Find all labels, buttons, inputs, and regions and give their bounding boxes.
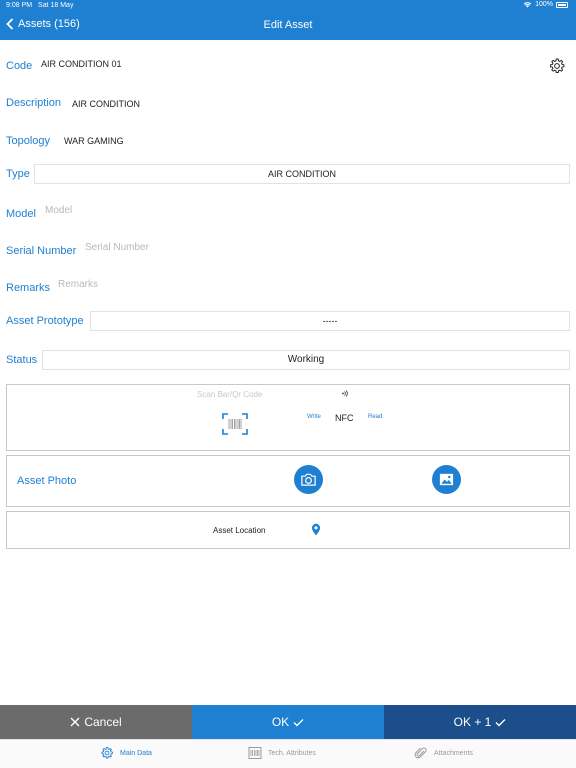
gear-icon xyxy=(101,747,113,759)
check-icon xyxy=(495,718,506,726)
barcode-icon[interactable] xyxy=(222,413,248,435)
location-pin-icon[interactable] xyxy=(311,523,321,536)
gear-icon[interactable] xyxy=(548,57,566,75)
status-bar: 9:08 PM Sat 18 May 100% xyxy=(0,0,576,12)
type-select[interactable]: AIR CONDITION xyxy=(34,164,570,184)
gallery-button[interactable] xyxy=(432,465,461,494)
action-bar: Cancel OK OK + 1 xyxy=(0,705,576,739)
remarks-input[interactable]: Remarks xyxy=(58,279,98,290)
page-title: Edit Asset xyxy=(263,19,313,31)
wifi-icon xyxy=(523,2,532,8)
battery-percent: 100% xyxy=(535,1,553,8)
tab-main-data[interactable]: Main Data xyxy=(100,746,152,760)
model-input[interactable]: Model xyxy=(45,205,72,216)
type-label: Type xyxy=(6,168,30,180)
description-value[interactable]: AIR CONDITION xyxy=(72,99,140,109)
tab-bar: Main Data Tech. Attributes Attachments xyxy=(0,739,576,768)
remarks-label: Remarks xyxy=(6,282,51,294)
status-select[interactable]: Working xyxy=(42,350,570,370)
topology-value[interactable]: WAR GAMING xyxy=(64,136,124,146)
ok-plus-one-button[interactable]: OK + 1 xyxy=(384,705,576,739)
tab-attachments-label: Attachments xyxy=(434,749,473,757)
barcode-icon xyxy=(248,747,262,759)
model-label: Model xyxy=(6,208,36,220)
asset-prototype-select[interactable]: ----- xyxy=(90,311,570,331)
scan-panel: Scan Bar/Qr Code Write NFC Read xyxy=(6,384,570,451)
cancel-label: Cancel xyxy=(84,715,122,729)
ok-label: OK xyxy=(271,715,290,729)
asset-prototype-label: Asset Prototype xyxy=(6,315,84,327)
status-label: Status xyxy=(6,354,38,366)
code-label: Code xyxy=(6,60,33,72)
nfc-write-button[interactable]: Write xyxy=(307,414,321,420)
tab-attachments[interactable]: Attachments xyxy=(414,746,473,760)
serial-number-input[interactable]: Serial Number xyxy=(85,242,149,253)
tab-tech-attributes-label: Tech. Attributes xyxy=(268,749,316,757)
ok-button[interactable]: OK xyxy=(192,705,384,739)
cancel-button[interactable]: Cancel xyxy=(0,705,192,739)
scan-title: Scan Bar/Qr Code xyxy=(197,390,263,399)
topology-label: Topology xyxy=(6,135,51,147)
battery-icon xyxy=(556,1,568,8)
nfc-label: NFC xyxy=(335,413,354,423)
nfc-read-button[interactable]: Read xyxy=(368,414,382,420)
close-icon xyxy=(70,717,80,727)
status-time: 9:08 PM xyxy=(6,2,33,9)
description-label: Description xyxy=(6,97,62,109)
camera-icon xyxy=(301,473,316,486)
navigation-bar: Assets (156) Edit Asset xyxy=(0,12,576,40)
asset-location-panel: Asset Location xyxy=(6,511,570,549)
tab-tech-attributes[interactable]: Tech. Attributes xyxy=(248,746,316,760)
code-value[interactable]: AIR CONDITION 01 xyxy=(41,59,122,69)
edit-asset-screen: 9:08 PM Sat 18 May 100% Assets (156) Edi… xyxy=(0,0,576,768)
camera-button[interactable] xyxy=(294,465,323,494)
asset-location-button[interactable]: Asset Location xyxy=(213,526,265,535)
asset-photo-label: Asset Photo xyxy=(17,475,77,487)
check-icon xyxy=(293,718,304,726)
image-icon xyxy=(439,473,454,486)
paperclip-icon xyxy=(414,747,427,759)
serial-number-label: Serial Number xyxy=(6,245,77,257)
asset-photo-panel: Asset Photo xyxy=(6,455,570,507)
nfc-signal-icon xyxy=(342,390,348,397)
ok-plus-one-label: OK + 1 xyxy=(453,715,492,729)
tab-main-data-label: Main Data xyxy=(120,749,152,757)
status-date: Sat 18 May xyxy=(38,2,74,9)
